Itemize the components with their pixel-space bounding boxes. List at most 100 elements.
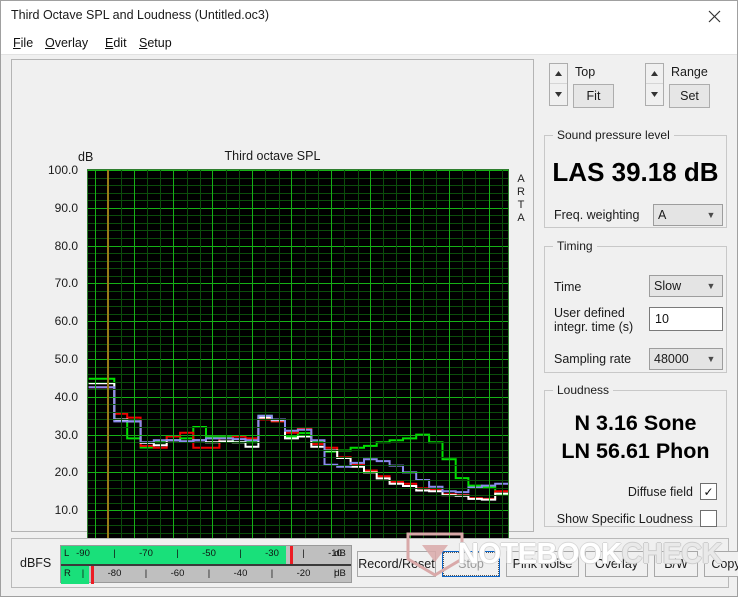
chevron-down-icon: ▼ [706,210,716,220]
title-bar: Third Octave SPL and Loudness (Untitled.… [1,1,737,32]
range-spinner[interactable] [645,63,664,106]
menu-item-file[interactable]: File [10,35,36,51]
chart-series-blue [88,386,508,494]
time-select[interactable]: Slow ▼ [649,275,723,297]
range-set-button[interactable]: Set [669,84,710,108]
y-axis-tick-label: 100.0 [47,163,78,177]
diffuse-field-checkbox[interactable]: ✓ [700,483,717,500]
arta-letter: T [517,199,525,211]
window-title: Third Octave SPL and Loudness (Untitled.… [11,8,270,22]
spl-group-label: Sound pressure level [557,128,670,142]
left-channel-peak [290,546,294,564]
meter-scale-label: -20 [296,568,311,579]
timing-group: Timing Time Slow ▼ User defined integr. … [544,239,727,373]
loudness-readout-sone: N 3.16 Sone [574,411,697,435]
freq-weighting-label: Freq. weighting [554,208,640,222]
menu-item-setup[interactable]: Setup [136,35,175,51]
spl-readout: LAS 39.18 dB [552,157,719,187]
time-label: Time [554,280,582,294]
level-meter[interactable]: L -90 | -70 | -50 | -30 | -10 dB R | -80 | -60 | -40 | -… [60,545,353,584]
top-spinner[interactable] [549,63,568,106]
y-axis-tick-label: 70.0 [54,276,78,291]
loudness-readout-phon: LN 56.61 Phon [561,439,710,463]
range-spinner-down[interactable] [646,84,663,104]
integration-time-value: 10 [655,312,669,326]
integration-time-input[interactable]: 10 [649,307,723,331]
top-fit-button[interactable]: Fit [573,84,614,108]
y-axis-tick-label: 80.0 [54,238,78,253]
sound-pressure-level-group: Sound pressure level LAS 39.18 dB Freq. … [544,128,727,228]
pink-noise-button[interactable]: Pink Noise [506,551,579,577]
level-meter-right-channel: R | -80 | -60 | -40 | -20 | dB [61,566,353,584]
diffuse-field-label: Diffuse field [627,484,693,499]
meter-scale-label: -40 [233,568,248,579]
diffuse-field-row[interactable]: Diffuse field ✓ [545,483,717,500]
integration-time-label-line1: User defined [554,306,625,320]
meter-scale-label: -70 [139,548,153,559]
check-icon: ✓ [703,484,714,499]
left-channel-label: L [64,548,70,559]
menu-item-edit[interactable]: Edit [102,35,130,51]
top-spinner-up[interactable] [550,64,567,84]
meter-scale-label: | [239,548,242,559]
overlay-button[interactable]: Overlay [585,551,648,577]
level-meter-left-channel: L -90 | -70 | -50 | -30 | -10 dB [61,546,353,564]
dbfs-label: dBFS [20,556,52,570]
bw-label: B/W [664,557,688,571]
sampling-rate-value: 48000 [654,352,689,366]
loudness-group-label: Loudness [557,383,610,397]
meter-scale-label: -90 [76,548,90,559]
meter-scale-label: -60 [170,568,185,579]
y-axis-tick-label: 10.0 [54,503,78,518]
record-reset-button[interactable]: Record/Reset [357,551,436,577]
top-spinner-down[interactable] [550,84,567,104]
arta-letter: A [517,212,525,224]
pink-noise-label: Pink Noise [512,557,573,571]
timing-group-label: Timing [557,239,593,253]
meter-scale-label: | [176,548,179,559]
close-icon[interactable] [691,1,737,32]
left-channel-fill [61,546,286,564]
loudness-group: Loudness N 3.16 Sone LN 56.61 Phon Diffu… [544,383,727,527]
chart-panel: Third octave SPL dB 100.0 90.0 80.0 70.0 60.… [11,59,534,584]
meter-unit-label: dB [334,568,346,579]
meter-scale-label: -30 [265,548,279,559]
meter-scale-label: | [302,548,305,559]
stop-button[interactable]: Stop [442,551,500,577]
copy-button[interactable]: Copy [704,551,738,577]
meter-scale-label: | [207,568,211,579]
y-axis-tick-label: 60.0 [54,314,78,329]
meter-scale-label: -50 [202,548,216,559]
freq-weighting-select[interactable]: A ▼ [653,204,723,226]
menu-item-overlay[interactable]: Overlay [42,35,91,51]
arta-letter: R [517,186,525,198]
y-axis-tick-label: 30.0 [54,427,78,442]
y-axis-unit-label: dB [78,150,94,164]
menu-bar: File Overlay Edit Setup [1,32,737,54]
freq-weighting-value: A [658,208,667,222]
integration-time-label: User defined integr. time (s) [554,306,633,334]
top-control-group: Top Fit [549,63,619,109]
show-specific-loudness-checkbox[interactable] [700,510,717,527]
meter-scale-label: | [81,568,85,579]
arta-watermark-label: ARTA [514,173,528,225]
meter-scale-label: | [270,568,274,579]
range-spinner-up[interactable] [646,64,663,84]
meter-scale-label: | [113,548,116,559]
menu-separator [1,54,737,55]
range-control-group: Range Set [645,63,715,109]
bw-button[interactable]: B/W [654,551,698,577]
show-specific-loudness-row[interactable]: Show Specific Loudness [545,510,717,527]
y-axis-tick-label: 90.0 [54,200,78,215]
meter-scale-label: -80 [107,568,122,579]
chevron-down-icon: ▼ [706,354,716,364]
sampling-rate-label: Sampling rate [554,352,632,366]
meter-scale-label: | [144,568,148,579]
copy-label: Copy [711,557,738,571]
cursor-line[interactable] [106,170,109,548]
chevron-down-icon: ▼ [706,281,716,291]
chart-curves [88,377,508,501]
plot-area[interactable] [88,170,508,548]
sampling-rate-select[interactable]: 48000 ▼ [649,348,723,370]
record-reset-label: Record/Reset [358,557,435,571]
